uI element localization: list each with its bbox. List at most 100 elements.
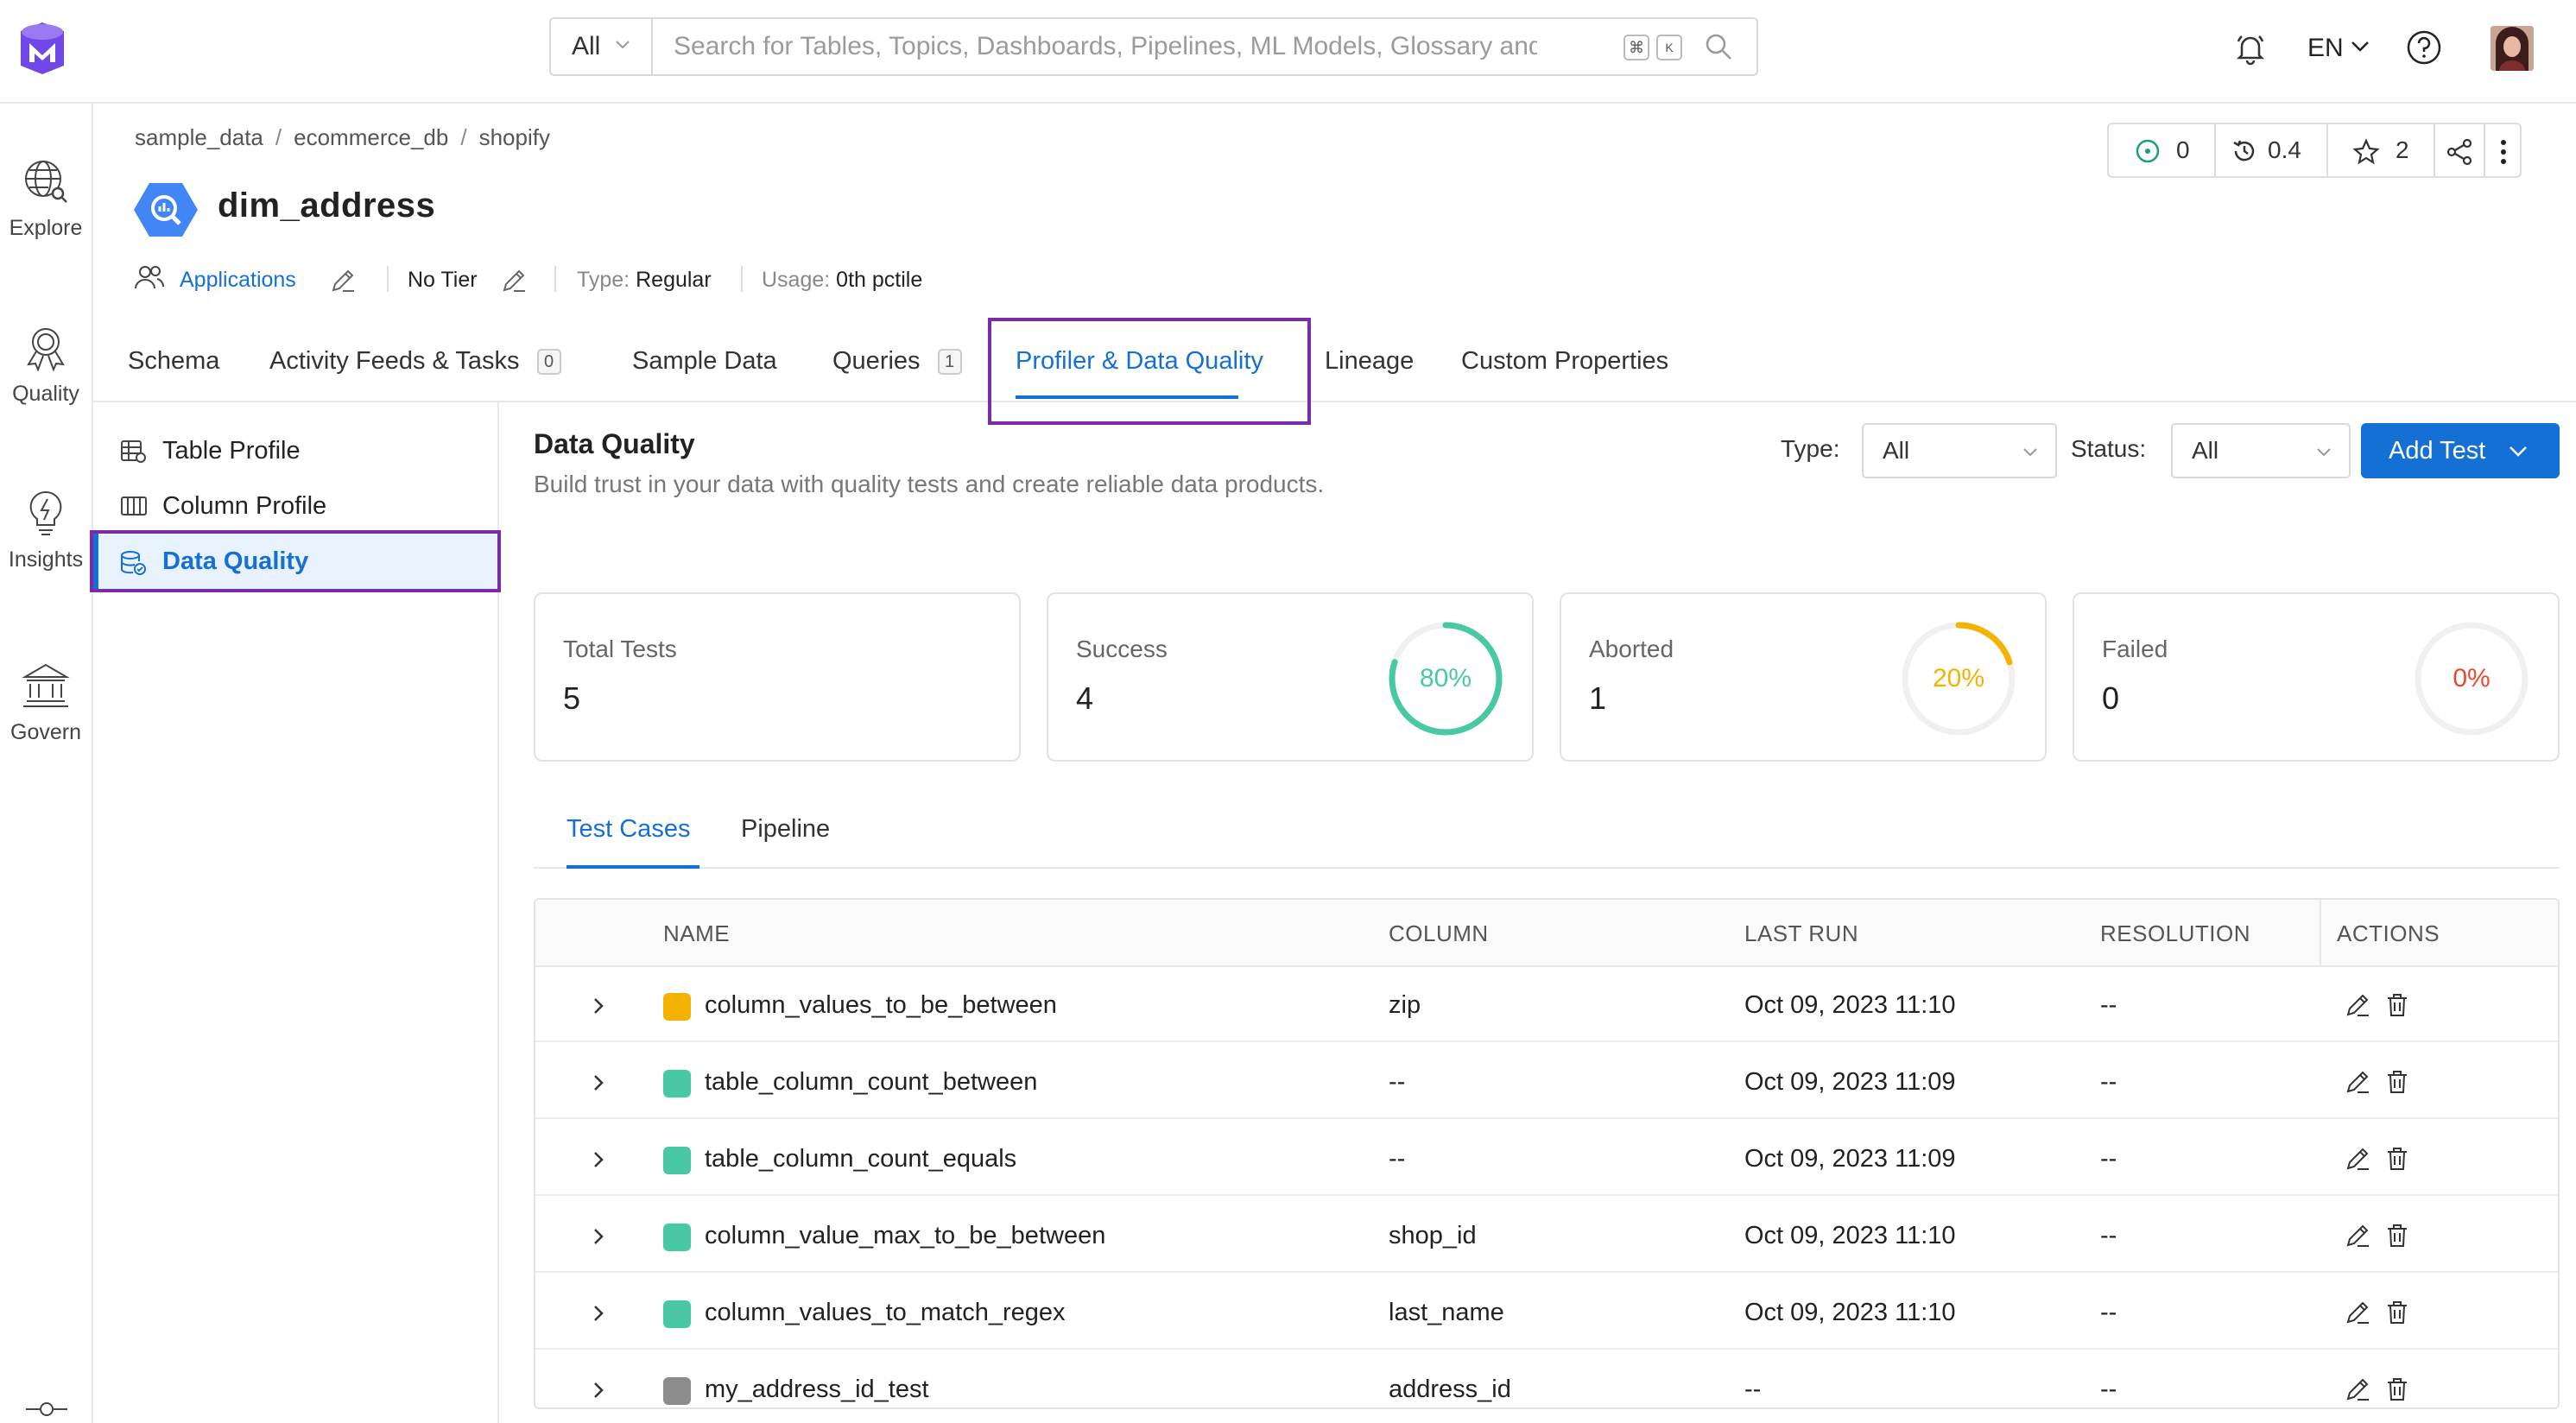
add-test-button[interactable]: Add Test xyxy=(2361,423,2560,478)
test-name[interactable]: column_values_to_match_regex xyxy=(705,1299,1066,1327)
edit-icon[interactable] xyxy=(2344,1145,2371,1173)
help-icon[interactable] xyxy=(2406,29,2442,66)
test-resolution: -- xyxy=(2100,1145,2117,1173)
owner-icon xyxy=(135,266,164,289)
delete-icon[interactable] xyxy=(2383,1299,2411,1326)
test-column: zip xyxy=(1389,991,1421,1019)
tab-custom-properties[interactable]: Custom Properties xyxy=(1461,347,1668,376)
chevron-down-icon xyxy=(2510,446,2527,457)
top-bar: All Search for Tables, Topics, Dashboard… xyxy=(0,0,2576,104)
tab-lineage[interactable]: Lineage xyxy=(1325,347,1414,376)
search-input[interactable]: Search for Tables, Topics, Dashboards, P… xyxy=(674,19,1537,74)
edit-owner-icon[interactable] xyxy=(330,268,356,294)
version-button[interactable]: 0.4 xyxy=(2216,124,2328,176)
owner-link[interactable]: Applications xyxy=(180,268,296,293)
language-selector[interactable]: EN xyxy=(2307,31,2369,66)
tab-label: Custom Properties xyxy=(1461,347,1669,375)
edit-icon[interactable] xyxy=(2344,1299,2371,1326)
status-filter-select[interactable]: All xyxy=(2171,423,2351,478)
search-category-select[interactable]: All xyxy=(551,19,653,74)
expand-row-icon[interactable] xyxy=(585,1070,611,1096)
subnav-item-table-profile[interactable]: Table Profile xyxy=(93,423,497,478)
global-search[interactable]: All Search for Tables, Topics, Dashboard… xyxy=(549,17,1758,76)
table-row[interactable]: table_column_count_between -- Oct 09, 20… xyxy=(535,1046,2558,1119)
tab-queries[interactable]: Queries 1 xyxy=(832,347,962,376)
test-name[interactable]: column_values_to_be_between xyxy=(705,991,1057,1020)
collapse-toggle-icon[interactable] xyxy=(26,1401,67,1418)
test-name[interactable]: column_value_max_to_be_between xyxy=(705,1222,1105,1250)
breadcrumb-item[interactable]: sample_data xyxy=(135,124,263,150)
more-options-button[interactable] xyxy=(2485,124,2522,176)
divider xyxy=(387,266,389,292)
version-number: 0.4 xyxy=(2268,136,2301,163)
tab-sample-data[interactable]: Sample Data xyxy=(632,347,777,376)
test-status-indicator xyxy=(663,1224,691,1251)
test-name[interactable]: table_column_count_equals xyxy=(705,1145,1016,1173)
quality-icon xyxy=(27,328,65,372)
entity-tabs: Schema Activity Feeds & Tasks 0 Sample Da… xyxy=(93,337,2576,402)
success-percent: 80% xyxy=(1419,664,1472,693)
edit-icon[interactable] xyxy=(2344,1376,2371,1403)
tab-schema[interactable]: Schema xyxy=(128,347,219,376)
test-resolution: -- xyxy=(2100,1376,2117,1403)
expand-row-icon[interactable] xyxy=(585,1377,611,1403)
subnav-item-column-profile[interactable]: Column Profile xyxy=(93,478,497,534)
user-avatar[interactable] xyxy=(2491,26,2534,71)
delete-icon[interactable] xyxy=(2383,1068,2411,1096)
tab-pipeline[interactable]: Pipeline xyxy=(741,815,830,844)
delete-icon[interactable] xyxy=(2383,991,2411,1019)
column-header-resolution: RESOLUTION xyxy=(2100,920,2251,946)
search-icon[interactable] xyxy=(1703,31,1734,62)
edit-icon[interactable] xyxy=(2344,991,2371,1019)
expand-row-icon[interactable] xyxy=(585,1300,611,1326)
test-name[interactable]: table_column_count_between xyxy=(705,1068,1037,1097)
delete-icon[interactable] xyxy=(2383,1376,2411,1403)
nav-item-insights[interactable]: Insights xyxy=(0,487,92,572)
share-icon xyxy=(2446,138,2472,166)
type-label: Type: xyxy=(577,268,630,292)
expand-row-icon[interactable] xyxy=(585,1224,611,1249)
tab-activity-feeds[interactable]: Activity Feeds & Tasks 0 xyxy=(269,347,561,376)
delete-icon[interactable] xyxy=(2383,1145,2411,1173)
breadcrumb-item[interactable]: shopify xyxy=(479,124,550,150)
chevron-down-icon xyxy=(2317,448,2331,457)
card-label: Total Tests xyxy=(563,636,677,662)
type-filter-select[interactable]: All xyxy=(1862,423,2057,478)
entity-action-group: 0 0.4 2 xyxy=(2107,123,2522,178)
table-row[interactable]: column_values_to_match_regex last_name O… xyxy=(535,1276,2558,1350)
test-name[interactable]: my_address_id_test xyxy=(705,1376,929,1404)
table-row[interactable]: column_values_to_be_between zip Oct 09, … xyxy=(535,969,2558,1042)
edit-tier-icon[interactable] xyxy=(501,268,527,294)
table-row[interactable]: table_column_count_equals -- Oct 09, 202… xyxy=(535,1123,2558,1196)
expand-row-icon[interactable] xyxy=(585,1147,611,1173)
table-row[interactable]: my_address_id_test address_id -- -- xyxy=(535,1353,2558,1407)
tab-label: Queries xyxy=(832,347,921,375)
card-label: Aborted xyxy=(1589,636,1674,662)
nav-item-explore[interactable]: Explore xyxy=(0,155,92,241)
nav-item-quality[interactable]: Quality xyxy=(0,321,92,407)
chevron-down-icon xyxy=(616,41,630,49)
breadcrumb-item[interactable]: ecommerce_db xyxy=(294,124,448,150)
edit-icon[interactable] xyxy=(2344,1068,2371,1096)
summary-card-aborted: Aborted 1 20% xyxy=(1560,592,2047,762)
follow-button[interactable]: 0 xyxy=(2109,124,2216,176)
active-subtab-indicator xyxy=(566,865,699,869)
divider xyxy=(554,266,556,292)
test-column: -- xyxy=(1389,1068,1406,1096)
table-row[interactable]: column_value_max_to_be_between shop_id O… xyxy=(535,1199,2558,1273)
status-filter-label-text: Status xyxy=(2071,435,2140,462)
test-status-indicator xyxy=(663,1147,691,1174)
app-logo[interactable] xyxy=(17,21,67,76)
column-header-column: COLUMN xyxy=(1389,920,1489,946)
follow-icon xyxy=(2136,139,2160,163)
tab-test-cases[interactable]: Test Cases xyxy=(566,815,690,844)
shortcut-k-key: K xyxy=(1656,35,1682,60)
expand-row-icon[interactable] xyxy=(585,993,611,1019)
share-button[interactable] xyxy=(2435,124,2485,176)
star-button[interactable]: 2 xyxy=(2328,124,2435,176)
nav-item-govern[interactable]: Govern xyxy=(0,660,92,745)
notification-bell-icon[interactable] xyxy=(2233,31,2268,66)
delete-icon[interactable] xyxy=(2383,1222,2411,1249)
edit-icon[interactable] xyxy=(2344,1222,2371,1249)
test-last-run: Oct 09, 2023 11:10 xyxy=(1744,1222,1956,1249)
